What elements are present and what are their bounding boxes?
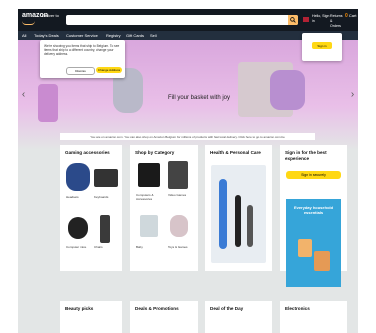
dismiss-button[interactable]: Dismiss xyxy=(66,67,95,75)
card-shop-by-category: Shop by Category Computers & Accessories… xyxy=(130,145,198,271)
card-caption: Keyboards xyxy=(94,195,109,199)
card-caption: Video Games xyxy=(168,193,187,197)
card-title: Deals & Promotions xyxy=(135,306,179,311)
card-title: Sign in for the best experience xyxy=(285,150,327,161)
toys-thumb[interactable] xyxy=(170,215,188,237)
hero-decor-pink-bag xyxy=(270,70,305,110)
nav-item-deals[interactable]: Today's Deals xyxy=(34,33,59,38)
ad-banner[interactable]: Everyday household essentials xyxy=(286,199,341,287)
cart-button[interactable]: 0 Cart xyxy=(345,13,357,19)
card-title: Electronics xyxy=(285,306,310,311)
keyboard-thumb[interactable] xyxy=(94,169,118,187)
delivery-location-popover: We're showing you items that ship to Bel… xyxy=(40,40,125,78)
cart-count: 0 xyxy=(345,13,348,19)
chair-thumb[interactable] xyxy=(100,215,110,243)
cart-label: Cart xyxy=(348,13,357,18)
header-bar: amazon Deliver to Hello, Sign in Returns… xyxy=(18,9,358,31)
nav-item-registry[interactable]: Registry xyxy=(106,33,121,38)
logo-smile-icon xyxy=(22,21,35,25)
toothbrush-thumb xyxy=(219,179,227,249)
nav-item-gift-cards[interactable]: Gift Cards xyxy=(126,33,144,38)
razor-thumb xyxy=(247,205,253,247)
baby-thumb[interactable] xyxy=(140,215,158,237)
signin-popover: Sign in xyxy=(302,33,342,61)
ad-title: Everyday household essentials xyxy=(293,205,334,215)
card-title: Shop by Category xyxy=(135,150,175,155)
nav-item-sell[interactable]: Sell xyxy=(150,33,157,38)
search-button[interactable] xyxy=(288,15,298,25)
card-caption: Chairs xyxy=(94,245,103,249)
change-address-button[interactable]: Change Address xyxy=(96,67,122,73)
nav-item-all[interactable]: All xyxy=(22,33,26,38)
region-notice[interactable]: You are on amazon.com. You can also shop… xyxy=(60,133,315,140)
returns-orders[interactable]: Returns & Orders xyxy=(330,14,344,29)
card-caption: Baby xyxy=(136,245,143,249)
sign-in-securely-button[interactable]: Sign in securely xyxy=(286,171,341,179)
headset-thumb[interactable] xyxy=(66,163,90,191)
hero-decor-left xyxy=(38,84,58,122)
account-menu[interactable]: Hello, Sign in xyxy=(312,14,330,24)
card-title: Health & Personal Care xyxy=(210,150,261,155)
card-title: Deal of the Day xyxy=(210,306,244,311)
search-input[interactable] xyxy=(66,15,298,25)
card-title: Beauty picks xyxy=(65,306,94,311)
computers-thumb[interactable] xyxy=(138,163,160,187)
signin-popover-button[interactable]: Sign in xyxy=(312,42,332,49)
card-caption: Computers & Accessories xyxy=(136,193,154,201)
nav-item-customer-service[interactable]: Customer Service xyxy=(66,33,98,38)
card-beauty-picks: Beauty picks xyxy=(60,301,122,333)
card-caption: Computer mice xyxy=(66,245,87,249)
hero-prev-icon[interactable]: ‹ xyxy=(20,85,27,103)
card-gaming-accessories: Gaming accessories Headsets Keyboards Co… xyxy=(60,145,122,271)
card-caption: Headsets xyxy=(66,195,79,199)
browser-page: amazon Deliver to Hello, Sign in Returns… xyxy=(18,9,358,333)
video-games-thumb[interactable] xyxy=(168,161,188,189)
trimmer-thumb xyxy=(235,195,241,247)
search-icon xyxy=(290,17,296,23)
popover-text: We're showing you items that ship to Bel… xyxy=(44,44,120,56)
deliver-to[interactable]: Deliver to xyxy=(42,13,64,18)
ad-box-2 xyxy=(314,251,330,271)
mouse-thumb[interactable] xyxy=(68,217,88,239)
card-health-personal-care: Health & Personal Care xyxy=(205,145,272,271)
language-flag-icon[interactable] xyxy=(303,17,309,22)
card-title: Gaming accessories xyxy=(65,150,110,155)
hero-next-icon[interactable]: › xyxy=(349,85,356,103)
hero-title: Fill your basket with joy xyxy=(168,95,231,101)
card-caption: Toys & Games xyxy=(168,245,188,249)
card-electronics: Electronics xyxy=(280,301,347,333)
card-deal-of-the-day: Deal of the Day xyxy=(205,301,272,333)
card-deals-promotions: Deals & Promotions xyxy=(130,301,198,333)
ad-box-1 xyxy=(298,239,312,257)
